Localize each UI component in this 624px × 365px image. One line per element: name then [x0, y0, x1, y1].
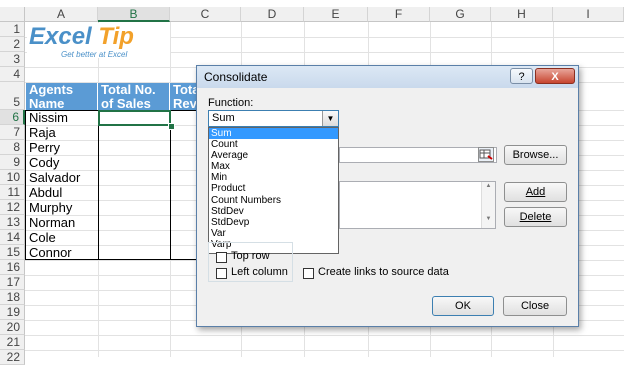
row-header[interactable]: 14	[0, 230, 25, 245]
function-option[interactable]: StdDevp	[209, 217, 338, 228]
help-button[interactable]: ?	[510, 68, 533, 84]
close-x-button[interactable]: X	[535, 68, 575, 84]
range-selector-icon[interactable]	[478, 147, 494, 162]
column-header-f[interactable]: F	[368, 7, 430, 22]
column-header-b[interactable]: B	[98, 7, 170, 22]
column-header-i[interactable]: I	[553, 7, 624, 22]
logo-tagline: Get better at Excel	[61, 50, 128, 59]
agent-cell[interactable]: Norman	[26, 215, 98, 230]
create-links-label: Create links to source data	[318, 266, 449, 278]
dialog-title: Consolidate	[204, 70, 268, 84]
references-scrollbar[interactable]: ▲ ▼	[481, 182, 495, 228]
row-header[interactable]: 7	[0, 125, 25, 140]
table-header-total-sales[interactable]: Total No. of Sales	[98, 83, 170, 110]
function-dropdown-list[interactable]: Sum Count Average Max Min Product Count …	[208, 127, 339, 254]
column-header-d[interactable]: D	[241, 7, 304, 22]
column-header-a[interactable]: A	[25, 7, 98, 22]
row-header[interactable]: 1	[0, 22, 25, 37]
function-combo[interactable]: Sum ▼	[208, 110, 339, 127]
left-column-checkbox[interactable]	[216, 268, 227, 279]
table-header-agents[interactable]: Agents Name	[26, 83, 98, 110]
agent-cell[interactable]: Cole	[26, 230, 98, 245]
table-header-total-revenue[interactable]: Tota Reve	[170, 83, 197, 110]
row-header[interactable]: 4	[0, 67, 25, 82]
row-header[interactable]: 8	[0, 140, 25, 155]
create-links-checkbox[interactable]	[303, 268, 314, 279]
row-header[interactable]: 3	[0, 52, 25, 67]
row-header[interactable]: 18	[0, 290, 25, 305]
ok-button[interactable]: OK	[432, 296, 494, 316]
row-header[interactable]: 15	[0, 245, 25, 260]
function-option[interactable]: Count Numbers	[209, 195, 338, 206]
close-button[interactable]: Close	[503, 296, 567, 316]
function-option[interactable]: Sum	[209, 128, 338, 140]
function-option[interactable]: Product	[209, 183, 338, 194]
chevron-down-icon[interactable]: ▼	[322, 111, 338, 126]
logo-tip-text: Tip	[98, 23, 134, 50]
scroll-down-icon[interactable]: ▼	[482, 215, 495, 224]
row-header[interactable]: 22	[0, 350, 25, 365]
row-header[interactable]: 6	[0, 110, 25, 125]
browse-button[interactable]: Browse...	[504, 145, 567, 165]
top-row-label: Top row	[231, 250, 270, 262]
function-option[interactable]: Min	[209, 172, 338, 183]
all-references-list[interactable]: ▲ ▼	[339, 181, 496, 229]
fill-handle[interactable]	[168, 123, 175, 130]
logo-excel-text: Excel	[29, 23, 92, 50]
agent-cell[interactable]: Murphy	[26, 200, 98, 215]
row-header[interactable]: 16	[0, 260, 25, 275]
row-header[interactable]: 10	[0, 170, 25, 185]
top-row-checkbox[interactable]	[216, 252, 227, 263]
column-header-g[interactable]: G	[430, 7, 491, 22]
function-option[interactable]: Max	[209, 161, 338, 172]
agent-cell[interactable]: Raja	[26, 125, 98, 140]
scroll-up-icon[interactable]: ▲	[482, 182, 495, 191]
function-option[interactable]: Average	[209, 150, 338, 161]
agent-cell[interactable]: Nissim	[26, 110, 98, 125]
delete-button-label: Delete	[519, 211, 552, 223]
agent-cell[interactable]: Perry	[26, 140, 98, 155]
column-header-c[interactable]: C	[170, 7, 241, 22]
row-header[interactable]: 21	[0, 335, 25, 350]
row-header[interactable]: 11	[0, 185, 25, 200]
row-header[interactable]: 9	[0, 155, 25, 170]
reference-input[interactable]	[339, 147, 497, 163]
row-header[interactable]: 20	[0, 320, 25, 335]
add-button[interactable]: Add	[504, 182, 567, 202]
column-header-h[interactable]: H	[491, 7, 553, 22]
row-header[interactable]: 2	[0, 37, 25, 52]
row-header[interactable]: 5	[0, 82, 25, 110]
function-option[interactable]: Count	[209, 139, 338, 150]
agent-cell[interactable]: Cody	[26, 155, 98, 170]
agent-cell[interactable]: Abdul	[26, 185, 98, 200]
left-column-label: Left column	[231, 266, 288, 278]
dialog-titlebar[interactable]: Consolidate ? X	[197, 66, 578, 88]
excel-tip-logo: Excel Tip Get better at Excel	[27, 23, 170, 59]
active-cell-b6[interactable]	[98, 110, 171, 126]
add-button-label: Add	[525, 186, 546, 198]
row-header[interactable]: 17	[0, 275, 25, 290]
select-all-corner[interactable]	[0, 7, 25, 22]
column-header-e[interactable]: E	[304, 7, 368, 22]
agent-cell[interactable]: Salvador	[26, 170, 98, 185]
function-label: Function:	[208, 97, 254, 109]
function-option[interactable]: StdDev	[209, 206, 338, 217]
function-option[interactable]: Var	[209, 228, 338, 239]
row-header[interactable]: 19	[0, 305, 25, 320]
delete-button[interactable]: Delete	[504, 207, 567, 227]
function-selected-value: Sum	[212, 112, 235, 124]
row-header[interactable]: 12	[0, 200, 25, 215]
consolidate-dialog: Consolidate ? X Function: Sum ▼ Sum Coun…	[196, 65, 579, 327]
agent-cell[interactable]: Connor	[26, 245, 98, 260]
row-header[interactable]: 13	[0, 215, 25, 230]
